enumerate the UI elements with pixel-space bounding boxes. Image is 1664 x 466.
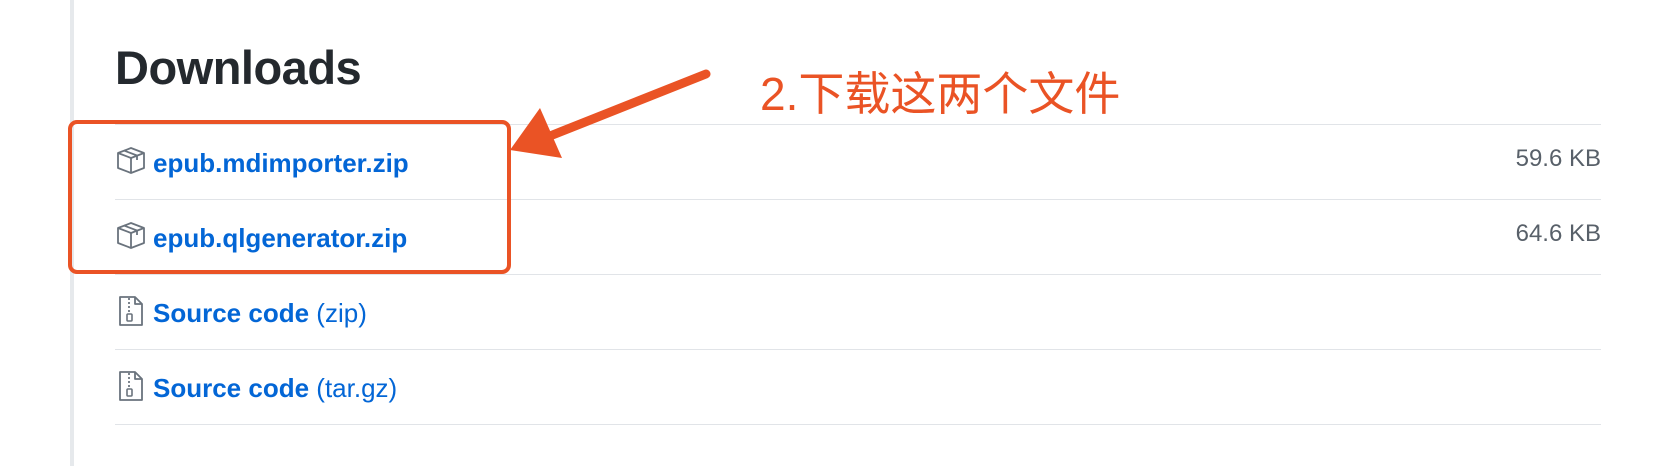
download-name: Source code (153, 298, 310, 328)
download-size: 64.6 KB (1515, 220, 1601, 247)
download-row-source-zip: Source code (zip) (115, 275, 1601, 350)
downloads-heading: Downloads (115, 41, 362, 94)
download-size: 59.6 KB (1515, 145, 1601, 172)
download-format: (zip) (316, 298, 367, 328)
download-name: Source code (153, 373, 310, 403)
download-format: (tar.gz) (316, 373, 398, 403)
annotation-arrow-icon (510, 69, 711, 158)
release-downloads-page: Downloads epub.mdimporter.zip 59.6 KB ep… (0, 0, 1664, 466)
annotation-text: 2.下载这两个文件 (760, 68, 1121, 120)
file-zip-icon (119, 371, 143, 401)
download-link-source-zip[interactable]: Source code (zip) (153, 297, 367, 329)
annotation-highlight-box (68, 120, 511, 274)
download-row-source-targz: Source code (tar.gz) (115, 350, 1601, 425)
download-link-source-targz[interactable]: Source code (tar.gz) (153, 372, 397, 404)
file-zip-icon (119, 296, 143, 326)
